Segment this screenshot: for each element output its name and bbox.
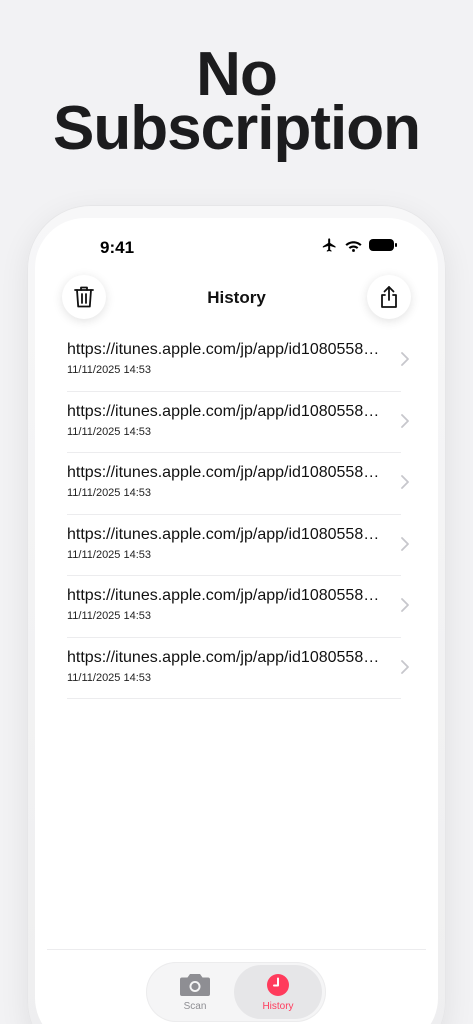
history-url: https://itunes.apple.com/jp/app/id108055… bbox=[67, 587, 380, 604]
share-icon bbox=[381, 286, 397, 308]
history-row[interactable]: https://itunes.apple.com/jp/app/id108055… bbox=[67, 638, 409, 699]
history-url: https://itunes.apple.com/jp/app/id108055… bbox=[67, 648, 380, 666]
history-url: https://itunes.apple.com/jp/app/id108055… bbox=[67, 464, 380, 481]
status-icons bbox=[321, 237, 397, 253]
history-date: 11/11/2025 14:53 bbox=[67, 425, 152, 438]
clock-icon bbox=[267, 973, 289, 996]
app-screen: 9:41 History https://itunes.apple.com/jp bbox=[35, 218, 438, 1024]
share-button[interactable] bbox=[367, 275, 411, 319]
tab-bar: Scan History bbox=[146, 962, 326, 1022]
history-row[interactable]: https://itunes.apple.com/jp/app/id108055… bbox=[67, 453, 409, 515]
tab-history[interactable]: History bbox=[234, 965, 322, 1019]
history-url: https://itunes.apple.com/jp/app/id108055… bbox=[67, 525, 380, 543]
history-row[interactable]: https://itunes.apple.com/jp/app/id108055… bbox=[67, 576, 409, 638]
chevron-right-icon bbox=[401, 598, 409, 612]
tab-scan[interactable]: Scan bbox=[152, 965, 238, 1019]
tab-history-label: History bbox=[262, 1000, 294, 1012]
history-url: https://itunes.apple.com/jp/app/id108055… bbox=[67, 402, 380, 420]
wifi-icon bbox=[345, 240, 362, 252]
history-date: 11/11/2025 14:53 bbox=[67, 364, 152, 376]
history-date: 11/11/2025 14:53 bbox=[67, 671, 152, 684]
chevron-right-icon bbox=[401, 536, 409, 551]
chevron-right-icon bbox=[401, 659, 409, 674]
history-row[interactable]: https://itunes.apple.com/jp/app/id108055… bbox=[67, 330, 409, 392]
airplane-icon bbox=[322, 238, 336, 252]
battery-icon bbox=[369, 239, 397, 251]
history-date: 11/11/2025 14:53 bbox=[67, 548, 152, 561]
history-date: 11/11/2025 14:53 bbox=[67, 610, 152, 622]
chevron-right-icon bbox=[401, 475, 409, 489]
history-row[interactable]: https://itunes.apple.com/jp/app/id108055… bbox=[67, 392, 409, 453]
camera-icon bbox=[180, 973, 210, 996]
marketing-headline: No Subscription bbox=[0, 44, 473, 163]
history-date: 11/11/2025 14:53 bbox=[67, 487, 152, 499]
chevron-right-icon bbox=[401, 352, 409, 366]
chevron-right-icon bbox=[401, 413, 409, 428]
tab-scan-label: Scan bbox=[183, 1000, 207, 1012]
status-time: 9:41 bbox=[100, 238, 135, 257]
history-url: https://itunes.apple.com/jp/app/id108055… bbox=[67, 341, 380, 358]
history-list: https://itunes.apple.com/jp/app/id108055… bbox=[67, 330, 409, 699]
tab-bar-divider bbox=[47, 949, 426, 950]
headline-line-2: Subscription bbox=[53, 94, 421, 163]
history-row[interactable]: https://itunes.apple.com/jp/app/id108055… bbox=[67, 515, 409, 576]
